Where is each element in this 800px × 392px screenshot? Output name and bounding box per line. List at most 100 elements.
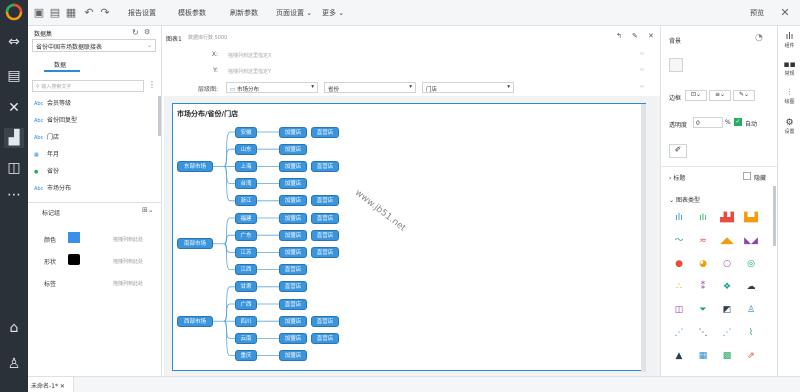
tree-node-store[interactable]: 直营店	[311, 332, 339, 344]
tree-node-province[interactable]: 广西	[235, 298, 257, 310]
rail-settings[interactable]: ⚙ 设置	[778, 118, 800, 135]
title-section[interactable]: › 标题	[669, 173, 685, 182]
lock-icon[interactable]: ⌂	[4, 318, 24, 338]
tree-node-store[interactable]: 直营店	[279, 264, 307, 276]
page-settings-button[interactable]: 页面设置 ⌄	[276, 8, 312, 18]
table-icon[interactable]: ▤	[4, 66, 24, 86]
chart-type-section[interactable]: ⌄ 图表类型	[669, 195, 700, 204]
close-chart-icon[interactable]: ✕	[648, 32, 654, 40]
chart-scrollbar[interactable]	[641, 104, 646, 372]
tree-node-store[interactable]: 加盟店	[279, 143, 307, 155]
dashboard-icon[interactable]: ◫	[4, 158, 24, 178]
field-scrollbar[interactable]	[158, 96, 161, 136]
tree-node-province[interactable]: 台湾	[235, 178, 257, 190]
background-image-picker[interactable]	[669, 58, 683, 72]
chart-type-icon[interactable]: 〜	[671, 235, 687, 247]
save-icon[interactable]: ▣	[32, 6, 46, 20]
chart-type-icon[interactable]: ◫	[671, 304, 687, 316]
field-item[interactable]: ● 省份	[34, 166, 158, 180]
tree-node-store[interactable]: 直营店	[311, 229, 339, 241]
chart-type-icon[interactable]: ▟▟	[719, 212, 735, 224]
chart-type-icon[interactable]: ıIı	[695, 212, 711, 224]
chart-type-icon[interactable]: ◢◣	[719, 235, 735, 247]
tree-node-store[interactable]: 加盟店	[279, 126, 307, 138]
chart-type-icon[interactable]: ∴	[671, 281, 687, 293]
tree-node-market[interactable]: 南部市场	[177, 238, 213, 250]
chart-type-icon[interactable]: ●	[671, 258, 687, 270]
tree-node-province[interactable]: 浙江	[235, 195, 257, 207]
rail-general[interactable]: ▪▪ 常规	[778, 60, 800, 77]
tree-node-province[interactable]: 四川	[235, 315, 257, 327]
dataset-settings-icon[interactable]: ⚙	[144, 28, 150, 36]
tree-chart[interactable]: 市场分布/省份/门店 安徽 加盟店 直营店 山东 加盟店 上海 加盟店 直营店 台湾 加盟店 浙江加…	[172, 103, 646, 372]
preview-button[interactable]: 预览	[750, 8, 764, 18]
field-item[interactable]: ▦ 年月	[34, 149, 158, 163]
tree-node-province[interactable]: 重庆	[235, 350, 257, 362]
chart-type-icon[interactable]: ⋱	[695, 327, 711, 339]
chart-type-icon[interactable]: ▩	[719, 350, 735, 362]
tree-node-store[interactable]: 加盟店	[279, 350, 307, 362]
field-item[interactable]: Abc 门店	[34, 132, 158, 146]
auto-checkbox[interactable]: ✓	[734, 118, 742, 126]
undo-icon[interactable]: ↶	[82, 6, 96, 20]
saveas-icon[interactable]: ▤	[48, 6, 62, 20]
tree-node-store[interactable]: 直营店	[279, 281, 307, 293]
field-menu-icon[interactable]: ⋮	[148, 80, 156, 89]
border-style-select[interactable]: ⊡⌄	[685, 90, 707, 101]
chart-type-icon[interactable]: ılı	[671, 212, 687, 224]
opacity-input[interactable]: 0	[693, 117, 723, 128]
mark-label-drop[interactable]: 拖拽列到此处	[113, 280, 143, 287]
tree-node-store[interactable]: 直营店	[311, 160, 339, 172]
tree-node-store[interactable]: 直营店	[311, 195, 339, 207]
report-settings-button[interactable]: 报告设置	[128, 8, 156, 18]
chart-type-icon[interactable]: ⁑	[695, 281, 711, 293]
more-button[interactable]: 更多 ⌄	[322, 8, 344, 18]
report-tab[interactable]: 未命名-1* ✕	[28, 377, 74, 392]
expand-icon[interactable]: ‹›	[640, 67, 644, 73]
tree-node-store[interactable]: 加盟店	[279, 160, 307, 172]
pin-icon[interactable]: ✎	[632, 32, 638, 40]
tree-node-province[interactable]: 广东	[235, 229, 257, 241]
brush-icon[interactable]: ✐	[669, 144, 687, 158]
tree-node-store[interactable]: 直营店	[279, 298, 307, 310]
chart-type-icon[interactable]: ▲	[671, 350, 687, 362]
chart-type-icon[interactable]: ≈	[695, 235, 711, 247]
chart-type-icon[interactable]: ⏷	[695, 304, 711, 316]
tree-node-province[interactable]: 江西	[235, 264, 257, 276]
chart-type-icon[interactable]: ❖	[719, 281, 735, 293]
redo-icon[interactable]: ↷	[98, 6, 112, 20]
tree-node-store[interactable]: 加盟店	[279, 229, 307, 241]
tree-node-store[interactable]: 加盟店	[279, 315, 307, 327]
chart-type-icon[interactable]: ▦	[695, 350, 711, 362]
refresh-params-button[interactable]: 刷新参数	[230, 8, 258, 18]
tree-node-store[interactable]: 直营店	[311, 246, 339, 258]
tree-node-market[interactable]: 东部市场	[177, 160, 213, 172]
rail-components[interactable]: ılı 组件	[778, 32, 800, 49]
tree-node-store[interactable]: 加盟店	[279, 246, 307, 258]
expand-icon[interactable]: ‹›	[640, 51, 644, 57]
field-item[interactable]: Abc 市场分布	[34, 183, 158, 197]
tree-node-store[interactable]: 加盟店	[279, 178, 307, 190]
panel-scrollbar[interactable]	[773, 186, 776, 246]
chart-type-icon[interactable]: ☁	[743, 281, 759, 293]
link-icon[interactable]: ⇔	[4, 32, 24, 52]
mark-color-drop[interactable]: 拖拽列到此处	[113, 236, 143, 243]
chart-type-icon[interactable]: ◣◢	[743, 235, 759, 247]
template-params-button[interactable]: 模板参数	[178, 8, 206, 18]
tree-node-province[interactable]: 江苏	[235, 246, 257, 258]
tree-node-province[interactable]: 上海	[235, 160, 257, 172]
chart-type-icon[interactable]: ▙▟	[743, 212, 759, 224]
hide-checkbox[interactable]	[743, 172, 751, 180]
tree-node-store[interactable]: 直营店	[311, 212, 339, 224]
tree-node-market[interactable]: 西部市场	[177, 315, 213, 327]
chart-type-icon[interactable]: ⇗	[743, 350, 759, 362]
x-drop-zone[interactable]: 拖拽列到这里指定X	[224, 49, 636, 61]
y-drop-zone[interactable]: 拖拽列到这里指定Y	[224, 65, 636, 77]
model-icon[interactable]: ✕	[4, 98, 24, 118]
refresh-icon[interactable]: ↻	[132, 28, 139, 37]
color-swatch[interactable]	[68, 232, 80, 243]
close-tab-icon[interactable]: ✕	[60, 383, 65, 390]
tree-node-store[interactable]: 加盟店	[279, 332, 307, 344]
shape-swatch[interactable]	[68, 254, 80, 265]
chart-type-icon[interactable]: ◩	[719, 304, 735, 316]
